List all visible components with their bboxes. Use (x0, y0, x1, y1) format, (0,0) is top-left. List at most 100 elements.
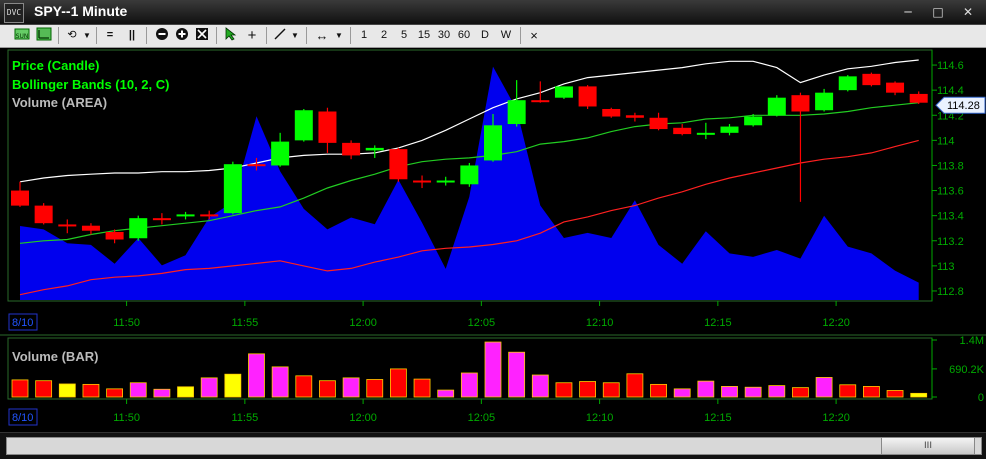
candle-up (767, 97, 786, 116)
interval-1-button[interactable]: 1 (354, 27, 374, 44)
zoom-in-icon[interactable] (172, 27, 192, 44)
legend-bollinger: Bollinger Bands (10, 2, C) (12, 77, 169, 92)
candle-up (696, 132, 715, 135)
candle-up (838, 76, 857, 91)
volume-bar (82, 383, 100, 398)
candle-down (389, 149, 408, 180)
app-logo: DVC (4, 3, 24, 23)
chevron-down-icon[interactable]: ▼ (290, 27, 300, 44)
candle-up (720, 126, 739, 133)
scrollbar-thumb[interactable]: III (881, 438, 975, 454)
svg-text:SUN: SUN (16, 33, 29, 40)
pause-icon[interactable]: || (122, 27, 142, 44)
candle-down (791, 95, 810, 112)
interval-d-button[interactable]: D (475, 27, 495, 44)
volume-y-tick-label: 0 (978, 392, 984, 404)
equal-icon[interactable]: = (100, 27, 120, 44)
candle-up (744, 116, 763, 126)
interval-w-button[interactable]: W (496, 27, 516, 44)
volume-bar (35, 380, 53, 398)
legend-volume-area: Volume (AREA) (12, 95, 107, 110)
volume-x-first-label: 8/10 (12, 412, 33, 424)
candle-up (223, 164, 242, 214)
volume-x-tick-label: 11:55 (231, 412, 258, 424)
trendline-icon[interactable] (270, 27, 290, 44)
volume-x-tick-label: 12:20 (822, 412, 850, 424)
x-tick-label: 11:50 (113, 317, 140, 329)
chevron-down-icon[interactable]: ▼ (82, 27, 92, 44)
candle-down (11, 190, 29, 206)
volume-bar (721, 386, 738, 398)
volume-x-tick-label: 11:50 (113, 412, 140, 424)
candle-down (578, 86, 597, 107)
candle-up (176, 214, 195, 217)
chevron-down-icon[interactable]: ▼ (334, 27, 344, 44)
candle-down (200, 214, 219, 217)
zoom-fit-icon[interactable] (192, 27, 212, 44)
y-tick-label: 112.8 (937, 286, 964, 298)
y-tick-label: 114.6 (937, 60, 964, 72)
undo-icon[interactable]: ⟲ (62, 27, 82, 44)
volume-bar (177, 386, 194, 398)
chart-icon[interactable] (34, 27, 54, 44)
y-tick-label: 114 (937, 135, 955, 147)
crosshair-icon[interactable]: + (242, 27, 262, 44)
y-tick-label: 113 (937, 261, 955, 273)
candle-down (649, 117, 668, 130)
horizontal-scrollbar[interactable]: III (0, 432, 986, 459)
candle-up (129, 218, 148, 239)
zoom-out-icon[interactable] (152, 27, 172, 44)
candle-down (342, 142, 361, 156)
y-tick-label: 113.6 (937, 186, 964, 198)
volume-y-tick-label: 1.4M (960, 335, 984, 347)
volume-bar (389, 368, 407, 398)
minimize-icon[interactable]: ─ (900, 4, 916, 20)
scrollbar-track[interactable]: III (6, 437, 982, 455)
volume-bar (673, 388, 691, 398)
window-title: SPY--1 Minute (34, 3, 128, 19)
pointer-icon[interactable] (220, 27, 240, 44)
candle-down (318, 111, 337, 143)
candle-up (815, 92, 834, 111)
interval-5-button[interactable]: 5 (394, 27, 414, 44)
x-tick-label: 11:55 (231, 317, 258, 329)
candle-down (862, 73, 881, 86)
y-tick-label: 113.2 (937, 236, 964, 248)
candle-down (247, 164, 266, 167)
x-tick-label: 12:15 (704, 317, 732, 329)
volume-x-tick-label: 12:10 (586, 412, 614, 424)
volume-x-tick-label: 12:05 (468, 412, 496, 424)
arrows-horizontal-icon[interactable]: ↔ (312, 27, 332, 44)
volume-bar (579, 381, 596, 398)
volume-bar (271, 366, 289, 398)
interval-60-button[interactable]: 60 (454, 27, 474, 44)
volume-bar (153, 388, 171, 398)
interval-2-button[interactable]: 2 (374, 27, 394, 44)
volume-bar (366, 379, 384, 398)
x-tick-label: 12:10 (586, 317, 614, 329)
volume-bar (602, 382, 620, 398)
candle-down (886, 82, 905, 93)
candle-down (34, 205, 53, 224)
volume-bar (129, 382, 147, 398)
volume-x-tick-label: 12:00 (349, 412, 377, 424)
candle-up (365, 147, 384, 151)
candle-down (81, 225, 100, 231)
candle-down (673, 127, 692, 135)
candle-down (602, 108, 621, 117)
close-icon[interactable]: ✕ (960, 4, 976, 20)
volume-y-tick-label: 690.2K (949, 364, 985, 376)
volume-bar (106, 388, 123, 398)
x-icon[interactable]: × (524, 27, 544, 44)
candle-down (909, 93, 928, 103)
volume-bar (484, 341, 502, 398)
title-bar[interactable]: DVC SPY--1 Minute ─ □ ✕ (0, 0, 986, 25)
sun-icon[interactable]: SUN (12, 27, 32, 44)
interval-15-button[interactable]: 15 (414, 27, 434, 44)
candle-down (413, 180, 432, 183)
volume-bar (815, 377, 833, 398)
interval-30-button[interactable]: 30 (434, 27, 454, 44)
maximize-icon[interactable]: □ (930, 4, 946, 20)
candle-up (271, 141, 290, 166)
chart-area[interactable]: 114.6114.4114.2114113.8113.6113.4113.211… (0, 48, 986, 432)
